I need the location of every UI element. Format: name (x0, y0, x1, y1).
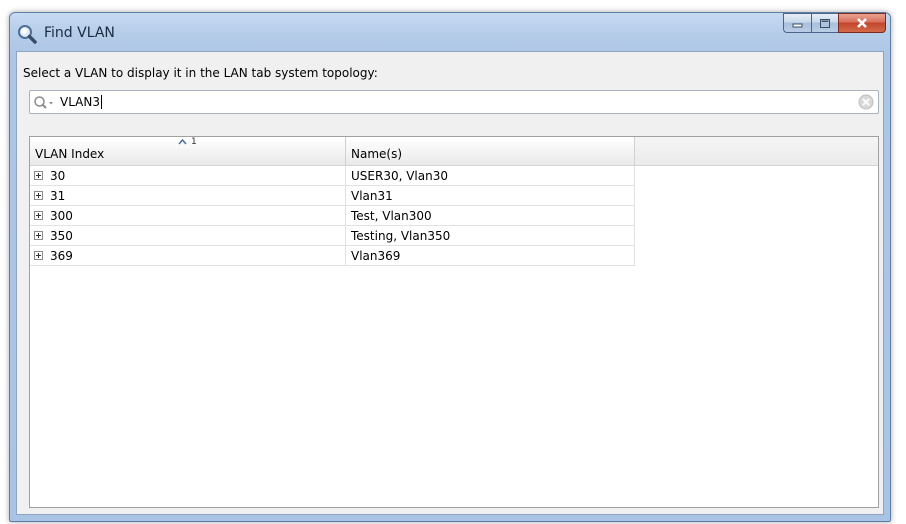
clear-circle-icon[interactable] (858, 94, 874, 110)
column-header-label: Name(s) (351, 147, 403, 161)
vlan-table[interactable]: 1 VLAN Index Name(s) 30 USER30, Vlan30 3… (29, 136, 879, 508)
vlan-index-value: 350 (50, 229, 73, 243)
dialog-body: Select a VLAN to display it in the LAN t… (16, 51, 884, 515)
column-header-names[interactable]: Name(s) (346, 137, 635, 165)
cell-vlan-index: 30 (30, 166, 346, 186)
vlan-index-value: 31 (50, 189, 66, 203)
sort-ascending-icon (178, 139, 187, 145)
table-row[interactable]: 300 Test, Vlan300 (30, 206, 635, 226)
table-row[interactable]: 369 Vlan369 (30, 246, 635, 266)
search-input[interactable] (60, 93, 840, 111)
magnifier-icon (18, 25, 37, 44)
vlan-names-value: USER30, Vlan30 (351, 169, 448, 183)
window-title: Find VLAN (44, 25, 115, 41)
close-icon (857, 18, 867, 28)
text-cursor (101, 95, 102, 109)
minimize-icon (792, 23, 802, 28)
plus-box-icon[interactable] (34, 231, 43, 240)
cell-vlan-index: 300 (30, 206, 346, 226)
plus-box-icon[interactable] (34, 171, 43, 180)
header-filler (635, 137, 878, 165)
table-header: 1 VLAN Index Name(s) (30, 137, 878, 166)
sort-order-number: 1 (191, 137, 197, 147)
window-controls (783, 13, 886, 33)
vlan-index-value: 369 (50, 249, 73, 263)
table-row[interactable]: 31 Vlan31 (30, 186, 635, 206)
sort-indicator: 1 (178, 137, 197, 147)
search-dropdown-icon[interactable] (33, 95, 59, 111)
find-vlan-window: Find VLAN Select a VLAN to display it in… (9, 12, 891, 522)
vlan-names-value: Testing, Vlan350 (351, 229, 451, 243)
cell-vlan-names: Test, Vlan300 (346, 206, 635, 226)
vlan-index-value: 30 (50, 169, 66, 183)
instruction-label: Select a VLAN to display it in the LAN t… (23, 66, 378, 80)
vlan-names-value: Test, Vlan300 (351, 209, 432, 223)
cell-vlan-names: Vlan369 (346, 246, 635, 266)
cell-vlan-names: Vlan31 (346, 186, 635, 206)
search-box[interactable] (29, 90, 879, 114)
plus-box-icon[interactable] (34, 211, 43, 220)
vlan-names-value: Vlan369 (351, 249, 401, 263)
plus-box-icon[interactable] (34, 251, 43, 260)
column-header-label: VLAN Index (35, 147, 105, 161)
title-bar[interactable]: Find VLAN (10, 13, 890, 51)
table-row[interactable]: 350 Testing, Vlan350 (30, 226, 635, 246)
maximize-icon (820, 18, 830, 28)
table-row[interactable]: 30 USER30, Vlan30 (30, 166, 635, 186)
vlan-names-value: Vlan31 (351, 189, 393, 203)
cell-vlan-names: Testing, Vlan350 (346, 226, 635, 246)
cell-vlan-names: USER30, Vlan30 (346, 166, 635, 186)
cell-vlan-index: 369 (30, 246, 346, 266)
close-button[interactable] (838, 13, 886, 33)
plus-box-icon[interactable] (34, 191, 43, 200)
vlan-index-value: 300 (50, 209, 73, 223)
column-header-vlan-index[interactable]: 1 VLAN Index (30, 137, 346, 165)
minimize-button[interactable] (783, 13, 811, 33)
maximize-button[interactable] (811, 13, 838, 33)
cell-vlan-index: 350 (30, 226, 346, 246)
cell-vlan-index: 31 (30, 186, 346, 206)
